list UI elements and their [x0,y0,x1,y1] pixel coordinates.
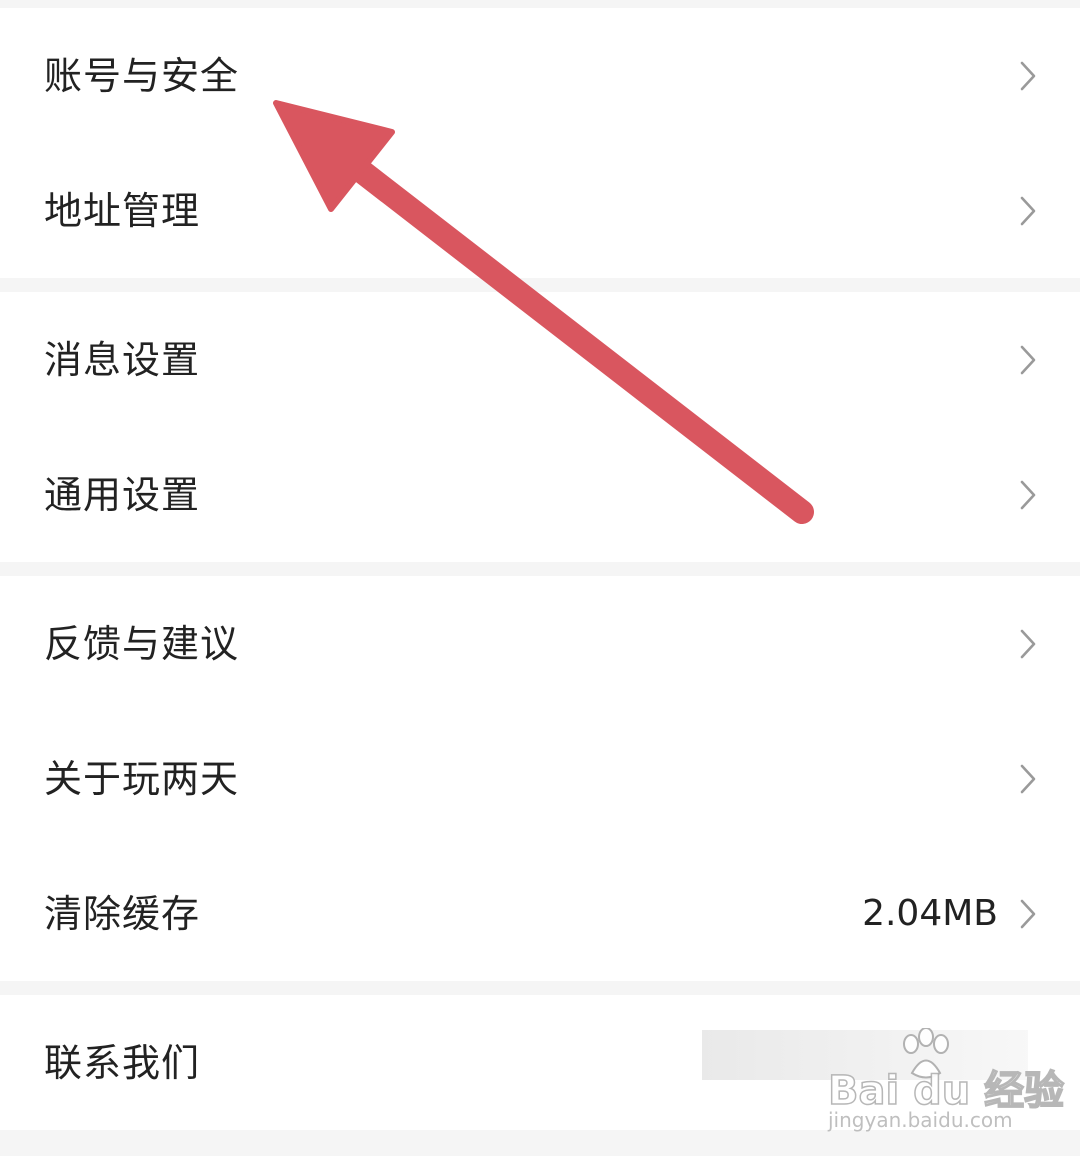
chevron-right-icon [1016,626,1040,662]
settings-screen: 账号与安全 地址管理 消息设置 通用设置 反馈与建议 关于玩两天 清除缓存 2.… [0,0,1080,1156]
settings-group-account: 账号与安全 地址管理 [0,8,1080,278]
settings-item-general-settings[interactable]: 通用设置 [0,427,1080,562]
section-gap [0,278,1080,292]
settings-item-address-management[interactable]: 地址管理 [0,143,1080,278]
settings-item-label: 联系我们 [44,1040,201,1085]
section-gap [0,0,1080,8]
settings-item-label: 关于玩两天 [44,756,240,801]
settings-item-message-settings[interactable]: 消息设置 [0,292,1080,427]
chevron-right-icon [1016,193,1040,229]
settings-group-contact: 联系我们 [0,995,1080,1130]
section-gap [0,562,1080,576]
chevron-right-icon [1016,342,1040,378]
chevron-right-icon [1016,58,1040,94]
settings-item-account-security[interactable]: 账号与安全 [0,8,1080,143]
settings-item-clear-cache[interactable]: 清除缓存 2.04MB [0,846,1080,981]
settings-item-label: 消息设置 [44,337,201,382]
settings-group-preferences: 消息设置 通用设置 [0,292,1080,562]
settings-item-feedback[interactable]: 反馈与建议 [0,576,1080,711]
chevron-right-icon [1016,896,1040,932]
settings-item-about-app[interactable]: 关于玩两天 [0,711,1080,846]
settings-item-label: 账号与安全 [44,53,240,98]
chevron-right-icon [1016,761,1040,797]
settings-item-label: 通用设置 [44,472,201,517]
settings-item-label: 清除缓存 [44,891,201,936]
settings-item-contact-us[interactable]: 联系我们 [0,995,1080,1130]
settings-item-label: 反馈与建议 [44,621,240,666]
settings-item-label: 地址管理 [44,188,201,233]
chevron-right-icon [1016,477,1040,513]
settings-group-about: 反馈与建议 关于玩两天 清除缓存 2.04MB [0,576,1080,981]
section-gap [0,981,1080,995]
cache-size-value: 2.04MB [862,892,998,934]
